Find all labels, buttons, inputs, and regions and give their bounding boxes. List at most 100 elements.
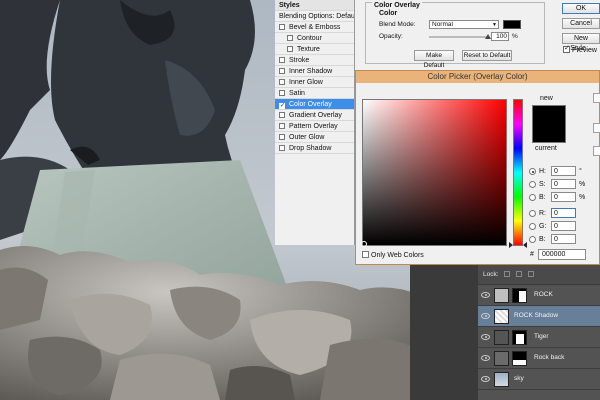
checkbox-checked[interactable]: [563, 44, 570, 53]
effect-gradient-overlay[interactable]: Gradient Overlay: [275, 110, 354, 121]
styles-header[interactable]: Styles: [275, 0, 354, 11]
blue-input[interactable]: 0: [551, 234, 576, 244]
color-picker-title: Color Picker (Overlay Color): [356, 71, 599, 83]
hue-slider[interactable]: [509, 99, 527, 248]
hsb-b-row: B: 0 %: [529, 192, 599, 204]
layer-style-actions: OK Cancel New Style... Preview: [550, 0, 600, 70]
radio[interactable]: [529, 181, 536, 188]
lock-all-icon[interactable]: [527, 271, 534, 277]
radio[interactable]: [529, 194, 536, 201]
rgb-r-row: R: 0: [529, 208, 599, 220]
chevron-down-icon: ▼: [492, 22, 497, 28]
effect-color-overlay[interactable]: ✓ Color Overlay: [275, 99, 354, 110]
dialog-button-ok-edge[interactable]: [593, 93, 600, 103]
lock-position-icon[interactable]: [516, 271, 523, 277]
hue-input[interactable]: 0: [551, 166, 576, 176]
layer-row-rock-back[interactable]: Rock back: [478, 348, 600, 369]
checkbox[interactable]: [362, 251, 369, 258]
layer-mask-thumbnail[interactable]: [512, 330, 527, 345]
cancel-button[interactable]: Cancel: [562, 18, 600, 29]
group-subtitle: Color: [379, 10, 398, 17]
current-color-label: current: [535, 145, 557, 152]
new-current-color-swatch: [532, 105, 566, 143]
effect-drop-shadow[interactable]: Drop Shadow: [275, 143, 354, 154]
only-web-colors-checkbox[interactable]: Only Web Colors: [362, 251, 424, 259]
checkbox[interactable]: [279, 134, 285, 140]
group-title: Color Overlay: [372, 2, 422, 9]
checkbox[interactable]: [279, 145, 285, 151]
checkbox[interactable]: [279, 57, 285, 63]
layer-row-sky[interactable]: sky: [478, 369, 600, 390]
layer-style-effects-list: Styles Blending Options: Default Bevel &…: [275, 0, 355, 245]
checkbox[interactable]: [279, 123, 285, 129]
layer-name: ROCK Shadow: [514, 312, 559, 319]
layer-name: Rock back: [534, 354, 565, 361]
blending-options-item[interactable]: Blending Options: Default: [275, 11, 354, 22]
layer-row-tiger[interactable]: Tiger: [478, 327, 600, 348]
effect-texture[interactable]: Texture: [275, 44, 354, 55]
radio[interactable]: [529, 236, 536, 243]
layer-row-rock-shadow[interactable]: ROCK Shadow: [478, 306, 600, 327]
radio[interactable]: [529, 223, 536, 230]
color-field[interactable]: [361, 99, 507, 247]
visibility-eye-icon[interactable]: [481, 355, 490, 361]
checkbox[interactable]: [287, 46, 293, 52]
reset-to-default-button[interactable]: Reset to Default: [462, 50, 512, 61]
effect-bevel-emboss[interactable]: Bevel & Emboss: [275, 22, 354, 33]
layers-panel: Lock: ROCK ROCK Shadow Tiger Rock back s…: [478, 265, 600, 400]
checkbox[interactable]: [287, 35, 293, 41]
make-default-button[interactable]: Make Default: [414, 50, 454, 69]
layer-thumbnail: [494, 330, 509, 345]
green-input[interactable]: 0: [551, 221, 576, 231]
blend-mode-select[interactable]: Normal ▼: [429, 20, 499, 29]
visibility-eye-icon[interactable]: [481, 376, 490, 382]
overlay-color-swatch[interactable]: [503, 20, 521, 29]
color-field-cursor[interactable]: [361, 241, 367, 247]
effect-contour[interactable]: Contour: [275, 33, 354, 44]
opacity-label: Opacity:: [379, 33, 403, 40]
lock-pixels-icon[interactable]: [504, 271, 511, 277]
hex-input[interactable]: 000000: [538, 249, 586, 260]
dialog-button-add-swatch-edge[interactable]: [593, 146, 600, 156]
effect-stroke[interactable]: Stroke: [275, 55, 354, 66]
visibility-eye-icon[interactable]: [481, 334, 490, 340]
hue-slider-right-arrow[interactable]: [523, 242, 527, 248]
color-overlay-group: Color Overlay Color Blend Mode: Normal ▼…: [365, 2, 545, 69]
checkbox[interactable]: [279, 24, 285, 30]
new-color-label: new: [540, 95, 553, 102]
blend-mode-label: Blend Mode:: [379, 21, 416, 28]
layer-name: ROCK: [534, 291, 553, 298]
checkbox[interactable]: [279, 90, 285, 96]
opacity-slider[interactable]: [429, 34, 491, 39]
checkbox-checked[interactable]: ✓: [279, 103, 285, 109]
rgb-b-row: B: 0: [529, 234, 599, 246]
layer-mask-thumbnail[interactable]: [512, 351, 527, 366]
effect-pattern-overlay[interactable]: Pattern Overlay: [275, 121, 354, 132]
effect-inner-glow[interactable]: Inner Glow: [275, 77, 354, 88]
effect-inner-shadow[interactable]: Inner Shadow: [275, 66, 354, 77]
lock-bar: Lock:: [478, 265, 600, 285]
red-input[interactable]: 0: [551, 208, 576, 218]
opacity-unit: %: [512, 33, 518, 40]
effect-satin[interactable]: Satin: [275, 88, 354, 99]
hue-slider-left-arrow[interactable]: [509, 242, 513, 248]
effect-outer-glow[interactable]: Outer Glow: [275, 132, 354, 143]
visibility-eye-icon[interactable]: [481, 313, 490, 319]
saturation-input[interactable]: 0: [551, 179, 576, 189]
visibility-eye-icon[interactable]: [481, 292, 490, 298]
color-overlay-settings: Color Overlay Color Blend Mode: Normal ▼…: [355, 0, 550, 70]
color-picker-dialog: Color Picker (Overlay Color) new current…: [355, 70, 600, 265]
checkbox[interactable]: [279, 68, 285, 74]
layer-row-rock[interactable]: ROCK: [478, 285, 600, 306]
preview-checkbox[interactable]: Preview: [563, 44, 597, 54]
opacity-input[interactable]: 100: [491, 32, 509, 41]
brightness-input[interactable]: 0: [551, 192, 576, 202]
radio-selected[interactable]: [529, 168, 536, 175]
new-style-button[interactable]: New Style...: [562, 33, 600, 52]
dialog-button-cancel-edge[interactable]: [593, 123, 600, 133]
ok-button[interactable]: OK: [562, 3, 600, 14]
checkbox[interactable]: [279, 79, 285, 85]
layer-mask-thumbnail[interactable]: [512, 288, 527, 303]
radio[interactable]: [529, 210, 536, 217]
checkbox[interactable]: [279, 112, 285, 118]
